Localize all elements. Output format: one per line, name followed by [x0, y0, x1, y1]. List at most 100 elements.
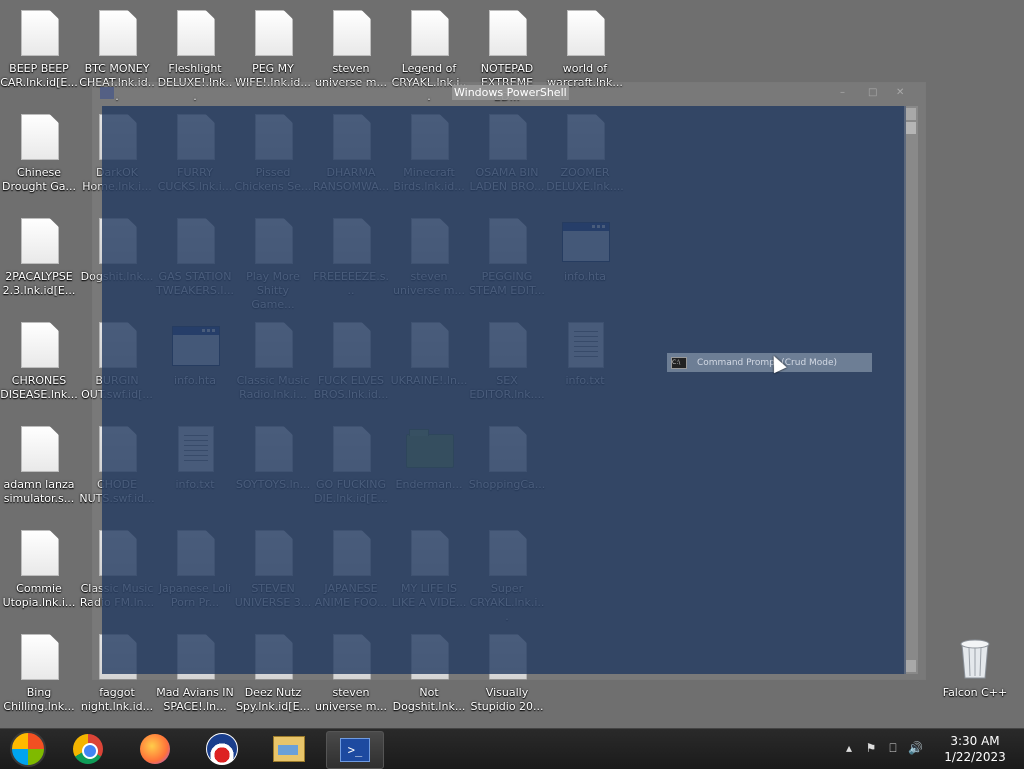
desktop-icon[interactable]: ZOOMER DELUXE.lnk.... — [546, 108, 624, 208]
firefox-icon — [140, 734, 170, 764]
desktop-icon[interactable]: info.txt — [546, 316, 624, 416]
desktop-icon[interactable]: info.txt — [156, 420, 234, 520]
desktop-icon[interactable]: adamn lanza simulator.s... — [0, 420, 78, 520]
taskbar-firefox[interactable] — [127, 731, 183, 767]
desktop-icon-label: Mad Avians IN SPACE!.ln... — [156, 686, 234, 713]
desktop-icon[interactable]: Minecraft Birds.lnk.id... — [390, 108, 468, 208]
desktop-icon[interactable]: GAS STATION TWEAKERS.l... — [156, 212, 234, 312]
recycle-bin[interactable]: Falcon C++ — [936, 628, 1014, 728]
desktop-icon[interactable]: Fleshlight DELUXE!.lnk... — [156, 4, 234, 104]
file-icon — [484, 10, 530, 56]
desktop-icon[interactable]: SOYTOYS.ln... — [234, 420, 312, 520]
file-icon — [484, 426, 530, 472]
file-icon — [250, 218, 296, 264]
desktop-icon[interactable]: steven universe m... — [312, 628, 390, 728]
taskbar-obama[interactable] — [194, 731, 250, 767]
desktop-icon[interactable]: Deez Nutz Spy.lnk.id[E... — [234, 628, 312, 728]
file-icon — [250, 634, 296, 680]
folder-icon — [406, 426, 454, 472]
desktop-icon[interactable]: ShoppingCa... — [468, 420, 546, 520]
desktop-icon-label: ZOOMER DELUXE.lnk.... — [546, 166, 624, 193]
desktop-icon[interactable]: FUCK ELVES BROS.lnk.id... — [312, 316, 390, 416]
desktop-icon[interactable]: Commie Utopia.lnk.i... — [0, 524, 78, 624]
file-icon — [172, 530, 218, 576]
desktop-icon-label: steven universe m... — [315, 686, 387, 713]
desktop-icon[interactable]: UKRAINE!.ln... — [390, 316, 468, 416]
file-icon — [484, 530, 530, 576]
desktop-icon[interactable]: BURGIN OUT.swf.id[... — [78, 316, 156, 416]
volume-icon[interactable]: 🔊 — [908, 741, 923, 755]
desktop-icon[interactable]: JAPANESE ANIME FOO... — [312, 524, 390, 624]
desktop-icon[interactable]: BTC MONEY CHEAT.lnk.id... — [78, 4, 156, 104]
desktop-icon[interactable]: Classic Music Radio.lnk.i... — [234, 316, 312, 416]
desktop-icon[interactable]: Mad Avians IN SPACE!.ln... — [156, 628, 234, 728]
desktop-icon[interactable]: Visually Stupidio 20... — [468, 628, 546, 728]
desktop-icon-label: NOTEPAD EXTREME ED... — [480, 62, 534, 103]
taskbar-powershell[interactable]: >_ — [326, 731, 384, 769]
desktop-icon[interactable]: Enderman... — [390, 420, 468, 520]
desktop-icon[interactable]: OSAMA BIN LADEN BRO... — [468, 108, 546, 208]
desktop-icon[interactable]: steven universe m... — [312, 4, 390, 104]
desktop-icon[interactable]: Bing Chilling.lnk... — [0, 628, 78, 728]
file-icon — [562, 114, 608, 160]
file-icon — [250, 322, 296, 368]
desktop-icon[interactable]: NOTEPAD EXTREME ED... — [468, 4, 546, 104]
desktop-icon[interactable]: world of warcraft.lnk... — [546, 4, 624, 104]
desktop-icon[interactable]: CHODE NUTS.swf.id... — [78, 420, 156, 520]
desktop-icon[interactable]: Chinese Drought Ga... — [0, 108, 78, 208]
desktop-icon[interactable]: Pissed Chickens Se... — [234, 108, 312, 208]
desktop-icon[interactable]: Super CRYAKL.lnk.i... — [468, 524, 546, 624]
desktop-icon[interactable]: info.hta — [156, 316, 234, 416]
desktop-icon[interactable]: Legend of CRYAKL.lnk.i... — [390, 4, 468, 104]
desktop-icon[interactable]: Japanese Loli Porn Pr... — [156, 524, 234, 624]
desktop-icon[interactable]: GO FUCKING DIE.lnk.id[E... — [312, 420, 390, 520]
desktop-icon-label: info.txt — [175, 478, 215, 491]
desktop-icon-label: Not Dogshit.lnk... — [392, 686, 466, 713]
desktop-icon[interactable]: DarkOK Home.lnk.i... — [78, 108, 156, 208]
system-tray: ▴ ⚑ ⎕ 🔊 3:30 AM 1/22/2023 — [834, 729, 1024, 769]
file-icon — [328, 114, 374, 160]
taskbar-explorer[interactable] — [261, 731, 317, 767]
file-icon — [172, 634, 218, 680]
desktop-icon[interactable]: DHARMA RANSOMWA... — [312, 108, 390, 208]
desktop-icon-label: Play More Shitty Game... — [246, 270, 300, 311]
clock[interactable]: 3:30 AM 1/22/2023 — [940, 733, 1010, 765]
tray-chevron-icon[interactable]: ▴ — [842, 741, 856, 755]
recycle-bin-label: Falcon C++ — [942, 686, 1008, 699]
desktop-icon[interactable]: FREEEEEZE.s... — [312, 212, 390, 312]
desktop-icon[interactable]: CHRONES DISEASE.lnk... — [0, 316, 78, 416]
desktop-icon-label: Deez Nutz Spy.lnk.id[E... — [235, 686, 311, 713]
desktop-icon[interactable]: PEGGING STEAM EDIT... — [468, 212, 546, 312]
network-icon[interactable]: ⎕ — [886, 741, 900, 755]
explorer-icon — [273, 736, 305, 762]
desktop-icon[interactable]: PEG MY WIFE!.lnk.id... — [234, 4, 312, 104]
desktop-icon-label: CHODE NUTS.swf.id... — [79, 478, 155, 505]
text-file-icon — [562, 322, 608, 368]
desktop-icon[interactable]: faggot night.lnk.id... — [78, 628, 156, 728]
desktop-icon[interactable]: Classic Music Radio FM.ln... — [78, 524, 156, 624]
desktop-icon[interactable]: Dogshit.lnk... — [78, 212, 156, 312]
desktop-icon-label: steven universe m... — [315, 62, 387, 89]
desktop-icon-label: BEEP BEEP CAR.lnk.id[E... — [0, 62, 78, 89]
file-icon — [172, 10, 218, 56]
file-icon — [328, 530, 374, 576]
desktop-icon[interactable]: Not Dogshit.lnk... — [390, 628, 468, 728]
desktop-icon-label: DarkOK Home.lnk.i... — [82, 166, 152, 193]
desktop-icon[interactable]: FURRY CUCKS.lnk.i... — [156, 108, 234, 208]
desktop-icon[interactable]: SEX EDITOR.lnk.... — [468, 316, 546, 416]
file-icon — [484, 114, 530, 160]
desktop-icon[interactable]: MY LIFE IS LIKE A VIDE... — [390, 524, 468, 624]
desktop-icon[interactable]: steven universe m... — [390, 212, 468, 312]
desktop-icon[interactable]: BEEP BEEP CAR.lnk.id[E... — [0, 4, 78, 104]
desktop-icon[interactable]: STEVEN UNIVERSE 3... — [234, 524, 312, 624]
desktop-icon-label: FURRY CUCKS.lnk.i... — [157, 166, 233, 193]
start-button[interactable] — [0, 731, 56, 767]
desktop-icon-label: FUCK ELVES BROS.lnk.id... — [313, 374, 389, 401]
desktop-icon[interactable]: Play More Shitty Game... — [234, 212, 312, 312]
taskbar-chrome[interactable] — [60, 731, 116, 767]
recycle-bin-icon — [952, 634, 998, 680]
desktop-icon[interactable]: 2PACALYPSE 2.3.lnk.id[E... — [0, 212, 78, 312]
file-icon — [406, 322, 452, 368]
desktop-icon[interactable]: info.hta — [546, 212, 624, 312]
action-center-flag-icon[interactable]: ⚑ — [864, 741, 878, 755]
